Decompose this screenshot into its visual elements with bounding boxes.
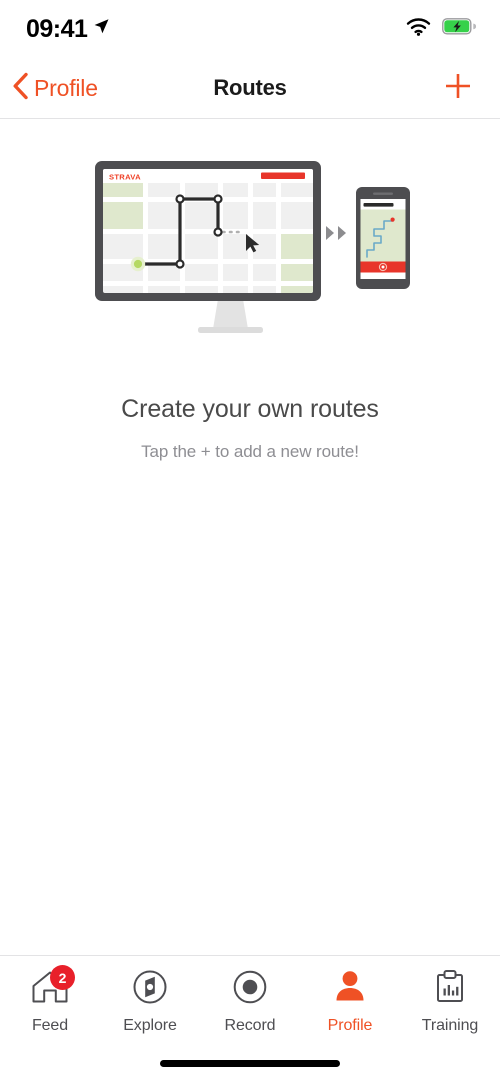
- app-screen: 09:41 Profile Routes STRAVA Create your …: [0, 0, 500, 1080]
- person-icon: [331, 968, 369, 1011]
- home-indicator[interactable]: [160, 1060, 340, 1067]
- navigation-bar: Profile Routes: [0, 58, 500, 119]
- status-bar-right: [406, 17, 477, 41]
- tab-explore-icon-wrap: [127, 968, 173, 1010]
- tab-training[interactable]: Training: [400, 968, 500, 1035]
- record-circle-icon: [231, 968, 269, 1011]
- chevron-left-icon: [12, 72, 29, 105]
- tab-explore-label: Explore: [123, 1017, 177, 1034]
- svg-text:STRAVA: STRAVA: [109, 172, 141, 181]
- double-chevron-right-icon: [326, 226, 346, 240]
- status-bar-left: 09:41: [26, 15, 110, 44]
- tab-profile[interactable]: Profile: [300, 968, 400, 1035]
- plus-icon: [443, 71, 473, 106]
- tab-explore[interactable]: Explore: [100, 968, 200, 1035]
- tab-feed-label: Feed: [31, 1017, 69, 1034]
- empty-state-subtitle: Tap the + to add a new route!: [141, 442, 359, 461]
- back-button-label: Profile: [34, 74, 98, 101]
- tab-record-label: Record: [224, 1017, 276, 1034]
- tab-training-icon-wrap: [427, 968, 473, 1010]
- routes-empty-state-illustration: STRAVA: [80, 151, 420, 351]
- status-bar: 09:41: [0, 0, 500, 58]
- tab-profile-label: Profile: [327, 1017, 373, 1034]
- clipboard-chart-icon: [431, 968, 469, 1011]
- wifi-icon: [406, 17, 431, 41]
- status-bar-time: 09:41: [26, 14, 88, 43]
- compass-icon: [131, 968, 169, 1011]
- tab-record-icon-wrap: [227, 968, 273, 1010]
- feed-badge: 2: [50, 965, 75, 990]
- add-route-button[interactable]: [438, 68, 478, 108]
- battery-charging-icon: [442, 18, 477, 40]
- empty-state-title: Create your own routes: [121, 395, 379, 423]
- location-arrow-icon: [93, 18, 110, 40]
- tab-training-label: Training: [421, 1017, 479, 1034]
- tab-record[interactable]: Record: [200, 968, 300, 1035]
- tab-feed[interactable]: 2 Feed: [0, 965, 100, 1035]
- main-content: STRAVA Create your own routes Tap the + …: [0, 119, 500, 955]
- back-button[interactable]: Profile: [0, 72, 98, 105]
- tab-profile-icon-wrap: [327, 968, 373, 1010]
- tab-feed-icon-wrap: 2: [27, 965, 75, 1010]
